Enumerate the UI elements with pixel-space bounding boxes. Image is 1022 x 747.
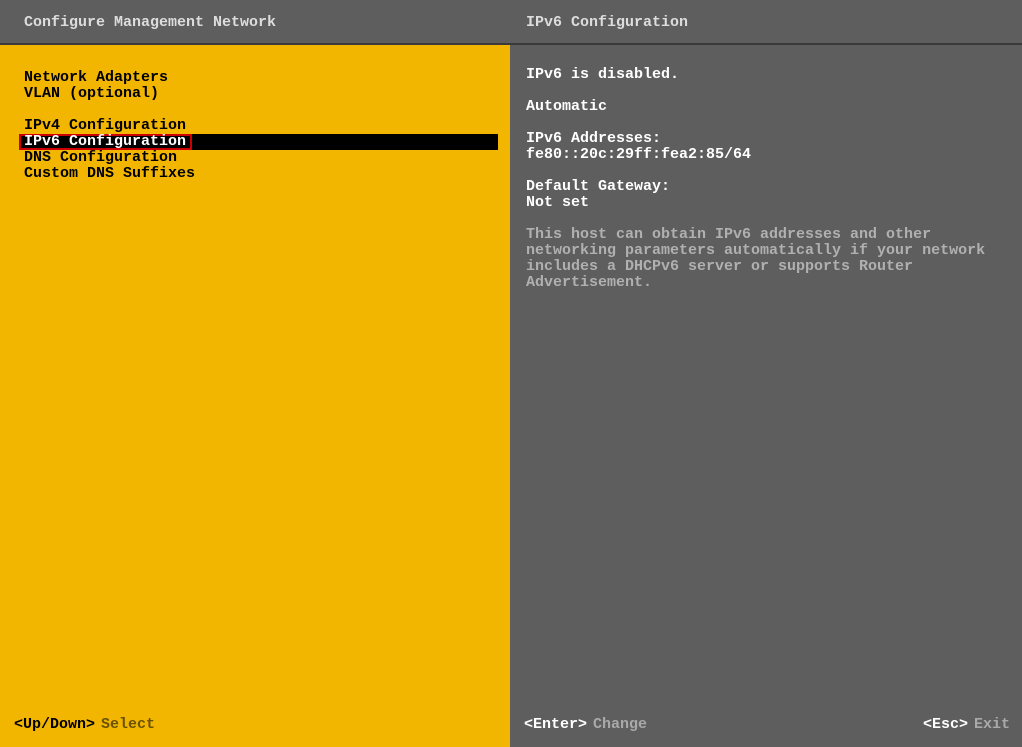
key-hint-enter: <Enter> [524, 716, 587, 733]
ipv6-addresses-value: fe80::20c:29ff:fea2:85/64 [526, 147, 1006, 163]
menu-group-1: Network Adapters VLAN (optional) [6, 70, 510, 102]
ipv6-mode-block: Automatic [526, 99, 1006, 115]
key-hint-enter-label: Change [593, 716, 647, 733]
ipv6-addresses-label: IPv6 Addresses: [526, 131, 1006, 147]
right-panel-body: IPv6 is disabled. Automatic IPv6 Address… [510, 45, 1022, 707]
key-hint-esc-label: Exit [974, 716, 1010, 733]
menu-item-label: Custom DNS Suffixes [24, 165, 195, 182]
menu-item-ipv4-configuration[interactable]: IPv4 Configuration [6, 118, 510, 134]
menu-item-vlan-optional[interactable]: VLAN (optional) [6, 86, 510, 102]
left-panel-body: Network Adapters VLAN (optional) IPv4 Co… [0, 45, 510, 707]
ipv6-status: IPv6 is disabled. [526, 67, 1006, 83]
left-panel: Configure Management Network Network Ada… [0, 0, 510, 747]
default-gateway-value: Not set [526, 195, 1006, 211]
key-hint-updown: <Up/Down> [14, 716, 95, 733]
left-panel-title: Configure Management Network [0, 0, 510, 45]
ipv6-help-text: This host can obtain IPv6 addresses and … [526, 227, 1006, 291]
footer-right-group: <Esc> Exit [923, 716, 1010, 733]
menu-item-network-adapters[interactable]: Network Adapters [6, 70, 510, 86]
key-hint-updown-label: Select [101, 716, 155, 733]
right-footer: <Enter> Change <Esc> Exit [510, 707, 1022, 747]
ipv6-mode: Automatic [526, 99, 1006, 115]
menu-item-label: VLAN (optional) [24, 85, 159, 102]
right-panel-title: IPv6 Configuration [510, 0, 1022, 45]
menu-item-label: IPv6 Configuration [24, 133, 186, 150]
menu-item-custom-dns-suffixes[interactable]: Custom DNS Suffixes [6, 166, 510, 182]
dcui-screen: Configure Management Network Network Ada… [0, 0, 1022, 747]
left-title-text: Configure Management Network [24, 14, 276, 31]
ipv6-addresses-block: IPv6 Addresses: fe80::20c:29ff:fea2:85/6… [526, 131, 1006, 163]
menu-item-ipv6-configuration[interactable]: IPv6 Configuration [20, 134, 498, 150]
ipv6-status-block: IPv6 is disabled. [526, 67, 1006, 83]
menu-item-dns-configuration[interactable]: DNS Configuration [6, 150, 510, 166]
menu-group-2: IPv4 Configuration IPv6 Configuration DN… [6, 118, 510, 182]
default-gateway-label: Default Gateway: [526, 179, 1006, 195]
menu-item-label: Network Adapters [24, 69, 168, 86]
default-gateway-block: Default Gateway: Not set [526, 179, 1006, 211]
menu-item-label: IPv4 Configuration [24, 117, 186, 134]
menu-item-label: DNS Configuration [24, 149, 177, 166]
right-panel: IPv6 Configuration IPv6 is disabled. Aut… [510, 0, 1022, 747]
left-footer: <Up/Down> Select [0, 707, 510, 747]
key-hint-esc: <Esc> [923, 716, 968, 733]
selection-highlight: IPv6 Configuration [19, 134, 192, 150]
right-title-text: IPv6 Configuration [526, 14, 688, 31]
